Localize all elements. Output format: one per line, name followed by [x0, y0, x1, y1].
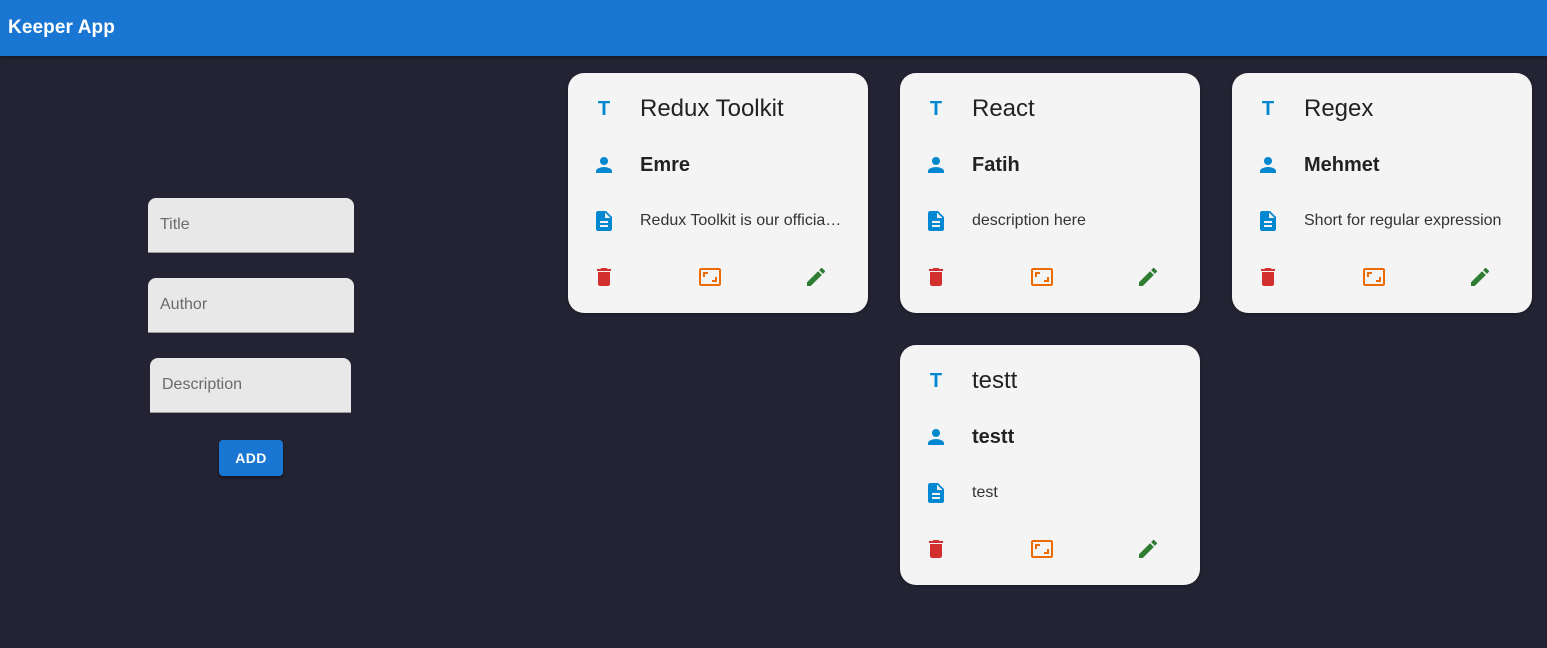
aspect-ratio-icon[interactable]	[1030, 265, 1054, 289]
add-button[interactable]: ADD	[219, 440, 283, 476]
note-description: Redux Toolkit is our official recommende…	[640, 212, 844, 229]
note-title: Regex	[1304, 95, 1374, 122]
note-title: Redux Toolkit	[640, 95, 784, 122]
aspect-ratio-icon[interactable]	[1362, 265, 1386, 289]
author-input[interactable]	[148, 278, 354, 333]
title-icon: T	[929, 98, 943, 120]
note-description: Short for regular expression	[1304, 212, 1502, 229]
note-card: T testt testt test	[900, 345, 1200, 585]
note-title: testt	[972, 367, 1018, 394]
description-icon	[924, 209, 948, 233]
note-author: Mehmet	[1304, 153, 1380, 176]
note-card: T React Fatih description here	[900, 73, 1200, 313]
description-input[interactable]	[150, 358, 351, 413]
edit-icon[interactable]	[1136, 537, 1160, 561]
note-description-row: Redux Toolkit is our official recommende…	[592, 207, 844, 235]
note-author: testt	[972, 425, 1015, 448]
delete-icon[interactable]	[1256, 265, 1280, 289]
note-actions	[924, 537, 1188, 561]
note-author-row: Mehmet	[1256, 151, 1508, 179]
edit-icon[interactable]	[804, 265, 828, 289]
note-description: test	[972, 484, 998, 501]
note-title-row: T testt	[924, 367, 1176, 395]
delete-icon[interactable]	[924, 265, 948, 289]
note-description: description here	[972, 212, 1086, 229]
note-author: Emre	[640, 153, 691, 176]
delete-icon[interactable]	[592, 265, 616, 289]
app-bar: Keeper App	[0, 0, 1547, 56]
app-title: Keeper App	[8, 17, 115, 38]
title-icon: T	[929, 370, 943, 392]
description-icon	[592, 209, 616, 233]
note-description-row: description here	[924, 207, 1176, 235]
person-icon	[1256, 153, 1280, 177]
description-icon	[1256, 209, 1280, 233]
note-description-row: test	[924, 479, 1176, 507]
edit-icon[interactable]	[1468, 265, 1492, 289]
title-icon: T	[1261, 98, 1275, 120]
aspect-ratio-icon[interactable]	[1030, 537, 1054, 561]
title-icon: T	[597, 98, 611, 120]
person-icon	[592, 153, 616, 177]
note-author-row: testt	[924, 423, 1176, 451]
note-actions	[1256, 265, 1520, 289]
aspect-ratio-icon[interactable]	[698, 265, 722, 289]
delete-icon[interactable]	[924, 537, 948, 561]
title-input[interactable]	[148, 198, 354, 253]
note-actions	[924, 265, 1188, 289]
note-title: React	[972, 95, 1035, 122]
note-description-row: Short for regular expression	[1256, 207, 1508, 235]
note-author-row: Emre	[592, 151, 844, 179]
note-title-row: T Redux Toolkit	[592, 95, 844, 123]
note-title-row: T React	[924, 95, 1176, 123]
note-title-row: T Regex	[1256, 95, 1508, 123]
person-icon	[924, 425, 948, 449]
note-author-row: Fatih	[924, 151, 1176, 179]
note-author: Fatih	[972, 153, 1020, 176]
person-icon	[924, 153, 948, 177]
note-actions	[592, 265, 856, 289]
edit-icon[interactable]	[1136, 265, 1160, 289]
description-icon	[924, 481, 948, 505]
note-card: T Regex Mehmet Short for regular express…	[1232, 73, 1532, 313]
note-card: T Redux Toolkit Emre Redux Toolkit is ou…	[568, 73, 868, 313]
